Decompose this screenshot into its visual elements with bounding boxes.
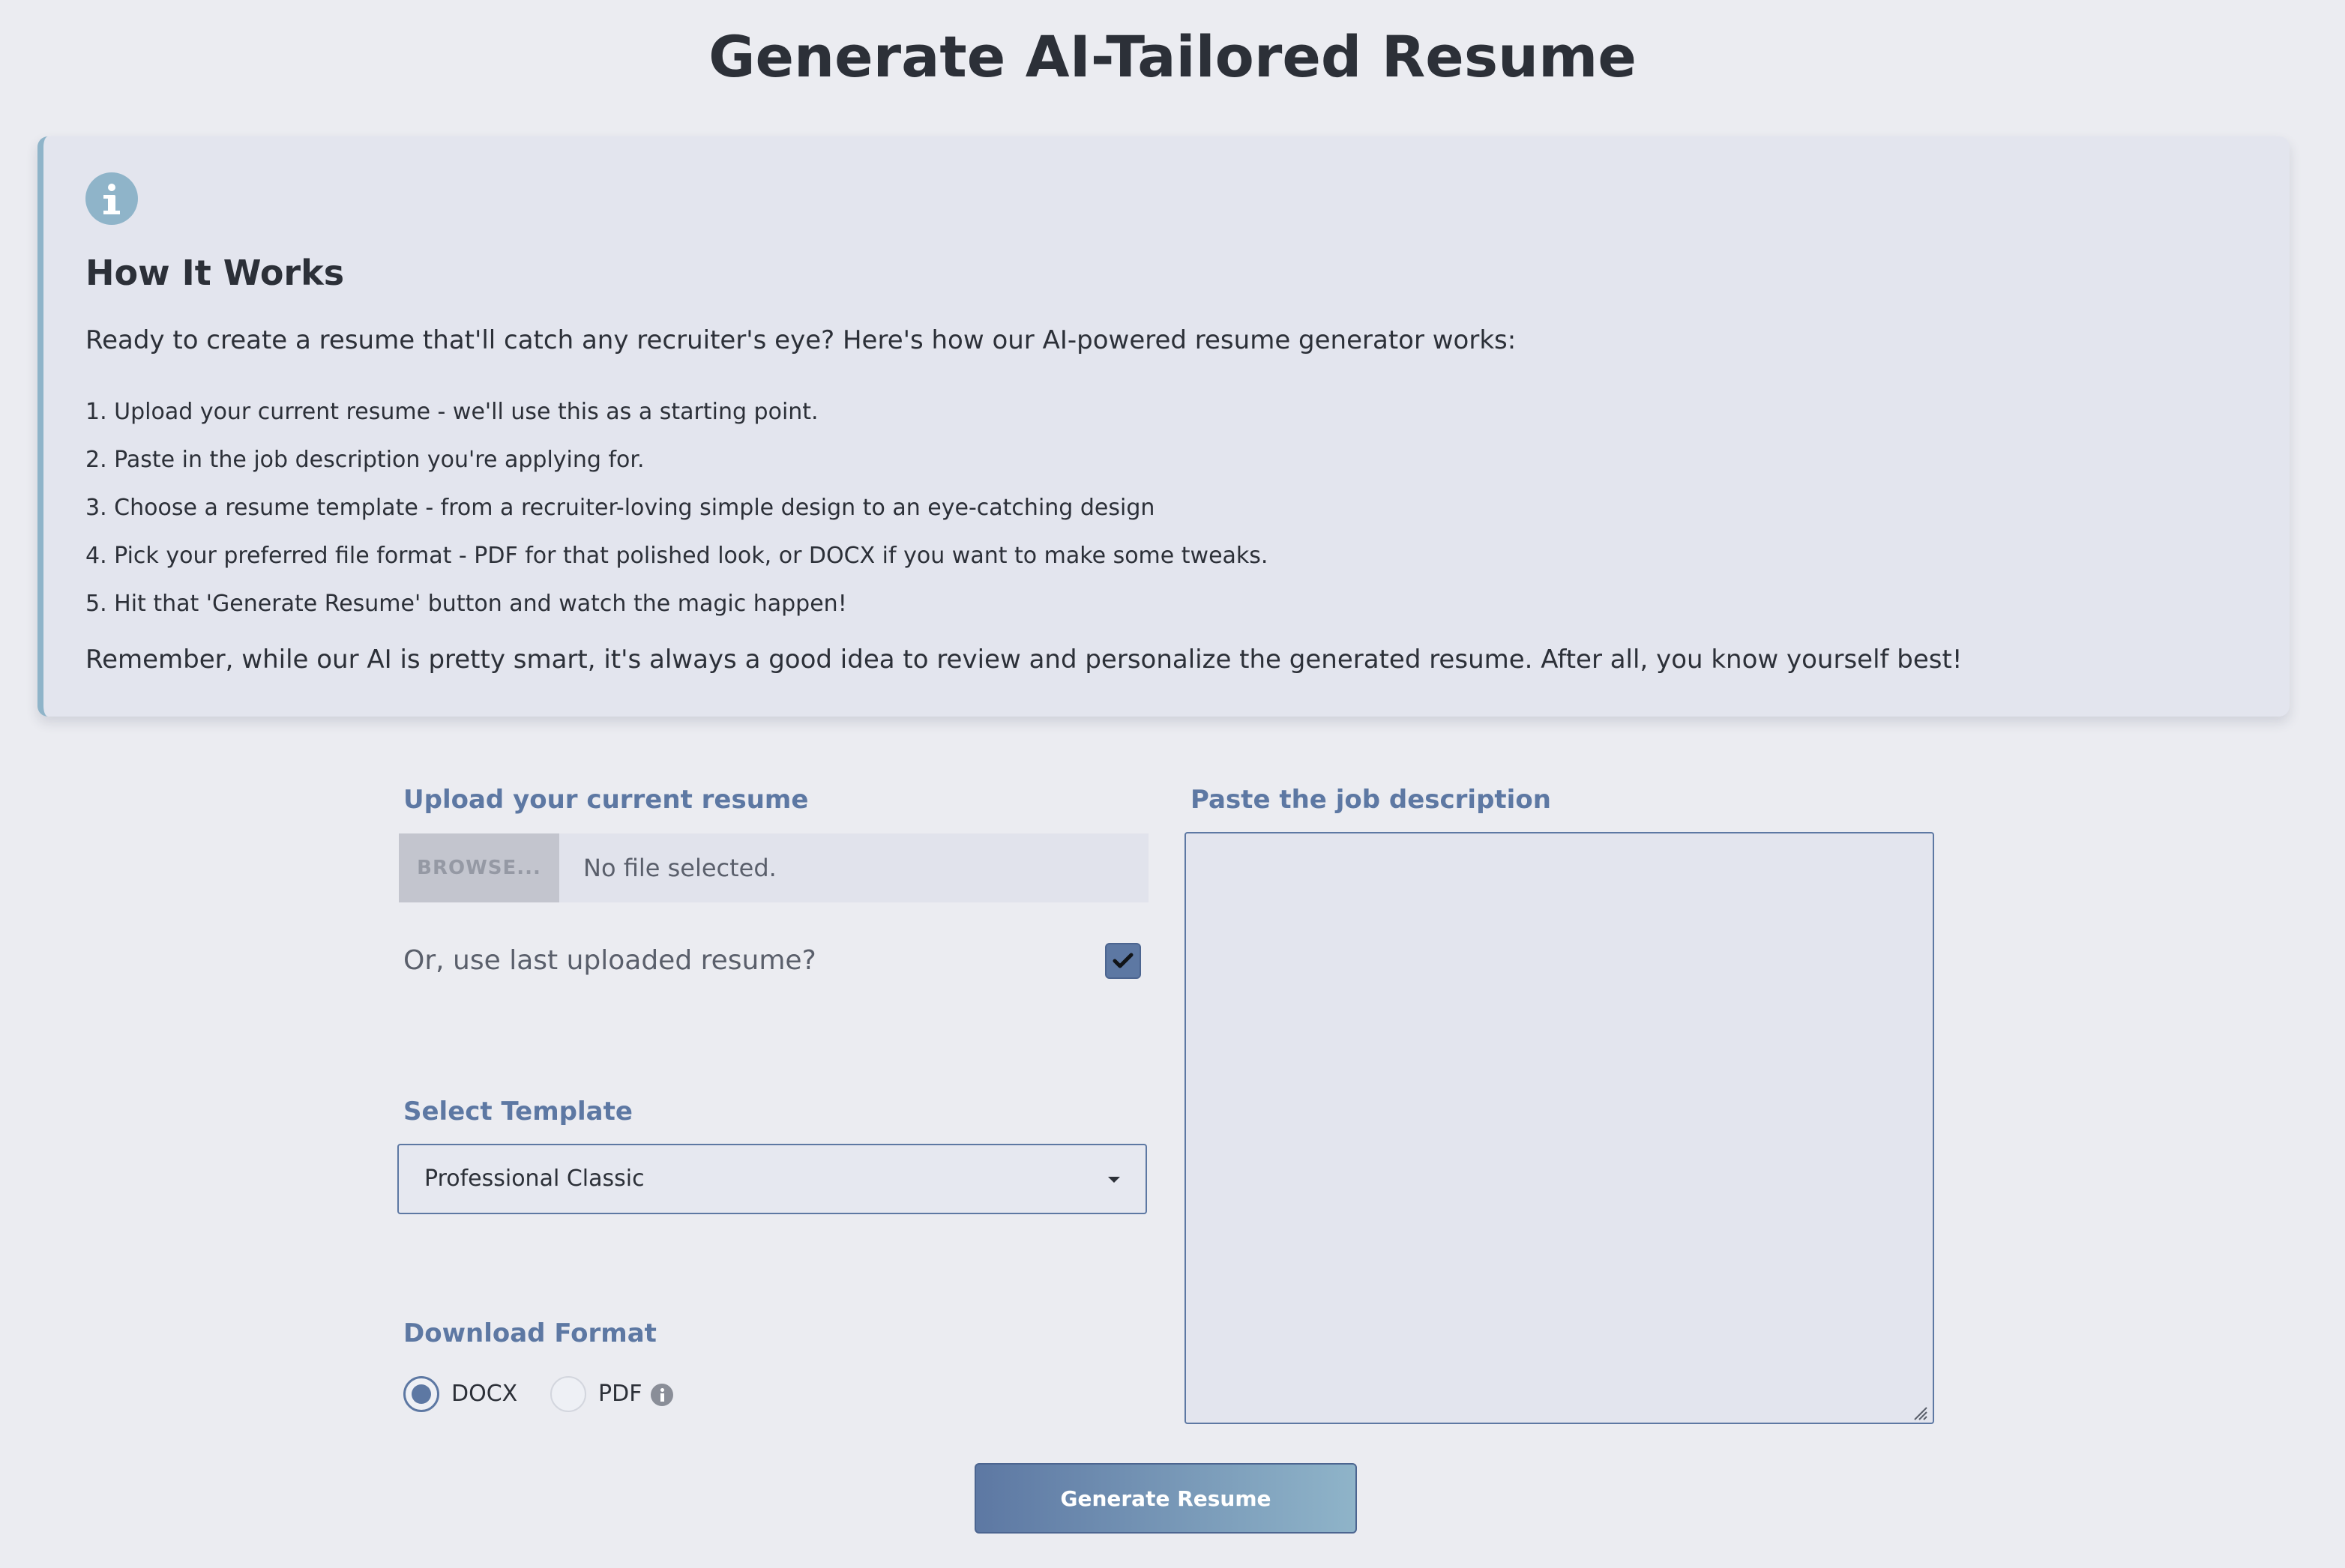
step-item: 4. Pick your preferred file format - PDF… — [85, 543, 1268, 569]
template-select[interactable]: Professional Classic — [397, 1144, 1147, 1214]
page-title: Generate AI-Tailored Resume — [708, 23, 1637, 90]
job-description-label: Paste the job description — [1190, 785, 1551, 815]
info-icon — [85, 172, 138, 225]
step-item: 3. Choose a resume template - from a rec… — [85, 495, 1155, 521]
checkmark-icon — [1113, 953, 1134, 968]
use-last-resume-label: Or, use last uploaded resume? — [403, 945, 816, 976]
how-it-works-card: How It Works Ready to create a resume th… — [37, 136, 2290, 717]
radio-docx[interactable] — [403, 1376, 439, 1412]
browse-button[interactable]: BROWSE... — [399, 833, 559, 902]
generate-resume-button[interactable]: Generate Resume — [975, 1463, 1357, 1534]
file-status-text: No file selected. — [583, 854, 777, 882]
step-item: 5. Hit that 'Generate Resume' button and… — [85, 591, 847, 617]
how-it-works-intro: Ready to create a resume that'll catch a… — [85, 325, 1517, 355]
radio-pdf-label: PDF — [598, 1381, 642, 1407]
how-it-works-heading: How It Works — [85, 253, 345, 293]
upload-resume-label: Upload your current resume — [403, 785, 809, 815]
resume-file-input[interactable]: BROWSE... No file selected. — [399, 833, 1149, 902]
download-format-label: Download Format — [403, 1318, 657, 1348]
job-description-textarea[interactable] — [1184, 832, 1934, 1424]
template-select-value: Professional Classic — [424, 1166, 645, 1192]
steps-list: 1. Upload your current resume - we'll us… — [85, 388, 1268, 628]
step-item: 2. Paste in the job description you're a… — [85, 447, 645, 473]
pdf-info-icon[interactable] — [651, 1384, 673, 1406]
step-item: 1. Upload your current resume - we'll us… — [85, 399, 819, 425]
radio-pdf[interactable] — [550, 1376, 586, 1412]
select-template-label: Select Template — [403, 1097, 633, 1127]
radio-docx-label: DOCX — [451, 1381, 518, 1407]
resize-handle-icon[interactable] — [1910, 1403, 1928, 1421]
remember-note: Remember, while our AI is pretty smart, … — [85, 645, 1963, 675]
chevron-down-icon — [1108, 1177, 1120, 1183]
use-last-resume-checkbox[interactable] — [1105, 943, 1141, 979]
